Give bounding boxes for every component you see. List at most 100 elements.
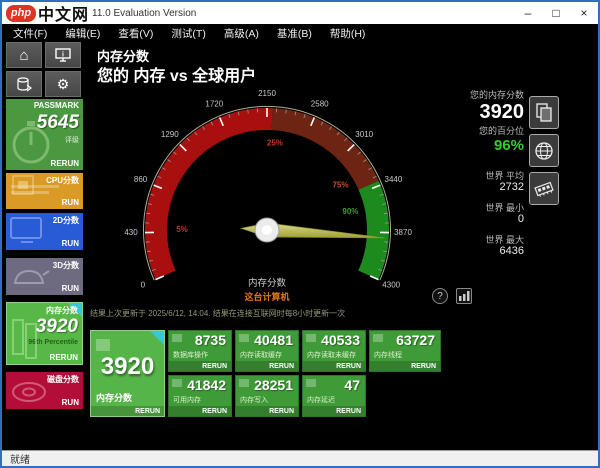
subtest-tile[interactable]: 41842 可用内存 RERUN [168,375,232,417]
memory-score-value: 3920 [100,353,155,380]
menu-item[interactable]: 帮助(H) [323,24,373,43]
tile-label: 2D分数 [52,216,79,225]
question-icon: ? [437,290,443,302]
database-icon [17,76,32,91]
svg-text:3010: 3010 [355,130,373,139]
rerun-button[interactable]: RERUN [269,363,294,370]
subtest-value: 28251 [254,377,293,393]
sidebar-tile-memory[interactable]: 内存分数 3920 96th Percentile RERUN [6,302,83,365]
subtest-label: 内存读取未缓存 [307,352,356,359]
subtest-label: 内存线程 [374,352,402,359]
php-logo: php [6,4,36,22]
subtest-value: 63727 [396,332,435,348]
ram-icon [12,319,37,359]
subtest-tile[interactable]: 40481 内存读取缓存 RERUN [235,330,299,372]
copy-document-icon [536,102,552,122]
world-avg-value: 2732 [499,181,524,194]
sidebar-tile-3d[interactable]: 3D分数 RUN [6,258,83,295]
teapot-3d-icon [13,269,50,284]
svg-text:2580: 2580 [311,100,329,109]
globe-icon [535,141,553,160]
monitor-info-icon: i [55,48,71,62]
subtest-value: 40481 [254,332,293,348]
tile-label: PASSMARK [33,101,79,110]
close-button[interactable]: × [570,2,598,24]
subtest-tile[interactable]: 28251 内存写入 RERUN [235,375,299,417]
menu-item[interactable]: 基准(B) [270,24,319,43]
subtest-label: 内存读取缓存 [240,352,282,359]
subtest-label: 可用内存 [173,397,201,404]
subtest-tile[interactable]: 8735 数据库操作 RERUN [168,330,232,372]
menu-item[interactable]: 测试(T) [164,24,212,43]
run-button[interactable]: RUN [62,198,79,207]
tile-label: 3D分数 [52,261,79,270]
svg-text:1290: 1290 [161,130,179,139]
baseline-manager-button[interactable] [6,71,42,97]
svg-text:2150: 2150 [258,89,276,98]
svg-text:90%: 90% [342,207,358,216]
subtest-tile[interactable]: 40533 内存读取未缓存 RERUN [302,330,366,372]
memory-score-gauge: 0 430 860 1290 1720 2150 2580 3010 3440 3870 4300 5… [97,82,437,314]
settings-button[interactable]: ⚙ [45,71,81,97]
tile-label: 内存分数 [46,306,78,315]
memory-score-main-tile[interactable]: 3920 内存分数 RERUN [90,330,165,417]
rerun-button[interactable]: RERUN [135,408,160,415]
memory-info-button[interactable] [529,172,559,205]
tile-score: 3920 [35,316,78,337]
subtest-value: 47 [344,377,360,393]
sidebar-tile-disk[interactable]: 磁盘分数 RUN [6,372,83,409]
svg-text:860: 860 [134,175,148,184]
site-watermark: 中文网 [38,7,90,24]
run-button[interactable]: RUN [62,398,79,407]
world-results-button[interactable] [529,134,559,167]
svg-text:430: 430 [124,228,138,237]
rerun-button[interactable]: RERUN [336,363,361,370]
rerun-button[interactable]: RERUN [202,363,227,370]
disk-icon [12,382,46,402]
run-button[interactable]: RUN [62,284,79,293]
subtest-tile[interactable]: 47 内存延迟 RERUN [302,375,366,417]
stats-panel: 您的内存分数 3920 您的百分位 96% 世界 平均 2732 世界 最小 0… [428,90,524,259]
svg-text:0: 0 [141,280,146,289]
subtest-tile[interactable]: 63727 内存线程 RERUN [369,330,441,372]
svg-text:5%: 5% [176,225,188,234]
sidebar-tile-passmark[interactable]: PASSMARK 5645 评级 RERUN [6,99,83,170]
rerun-button[interactable]: RERUN [336,408,361,415]
rerun-button[interactable]: RERUN [50,353,78,362]
help-button[interactable]: ? [432,288,448,304]
menu-item[interactable]: 文件(F) [6,24,54,43]
subtest-label: 数据库操作 [173,352,208,359]
subtest-label: 内存延迟 [307,397,335,404]
svg-text:4300: 4300 [382,280,400,289]
tile-sub-label: 评级 [65,137,79,144]
your-score-value: 3920 [479,100,525,123]
world-max-label: 世界 最大 [485,234,524,245]
menu-item[interactable]: 高级(A) [217,24,266,43]
baseline-update-note: 结果上次更新于 2025/6/12, 14:04. 结果在连接互联网时每8小时更… [90,309,346,318]
svg-text:75%: 75% [332,180,348,189]
sidebar-tile-2d[interactable]: 2D分数 RUN [6,213,83,250]
home-button[interactable]: ⌂ [6,42,42,68]
status-bar: 就绪 [2,450,598,466]
memory-score-label: 内存分数 [96,393,133,403]
menu-item[interactable]: 查看(V) [111,24,160,43]
title-bar: php 中文网 11.0 Evaluation Version – □ × [2,2,598,24]
menu-item[interactable]: 编辑(E) [58,24,107,43]
performancetest-window: php 中文网 11.0 Evaluation Version – □ × 文件… [0,0,600,468]
minimize-button[interactable]: – [514,2,542,24]
rerun-button[interactable]: RERUN [202,408,227,415]
bar-chart-icon [458,291,469,301]
run-button[interactable]: RUN [62,239,79,248]
sidebar-tile-cpu[interactable]: CPU分数 RUN [6,173,83,209]
maximize-button[interactable]: □ [542,2,570,24]
selected-corner [150,331,164,345]
copy-results-button[interactable] [529,96,559,129]
rerun-button[interactable]: RERUN [269,408,294,415]
percentile-value: 96% [493,136,524,154]
subtest-value: 41842 [187,377,226,393]
chart-button[interactable] [456,288,472,304]
rerun-button[interactable]: RERUN [411,363,436,370]
system-info-button[interactable]: i [45,42,81,68]
home-icon: ⌂ [19,46,29,64]
rerun-button[interactable]: RERUN [51,159,79,168]
